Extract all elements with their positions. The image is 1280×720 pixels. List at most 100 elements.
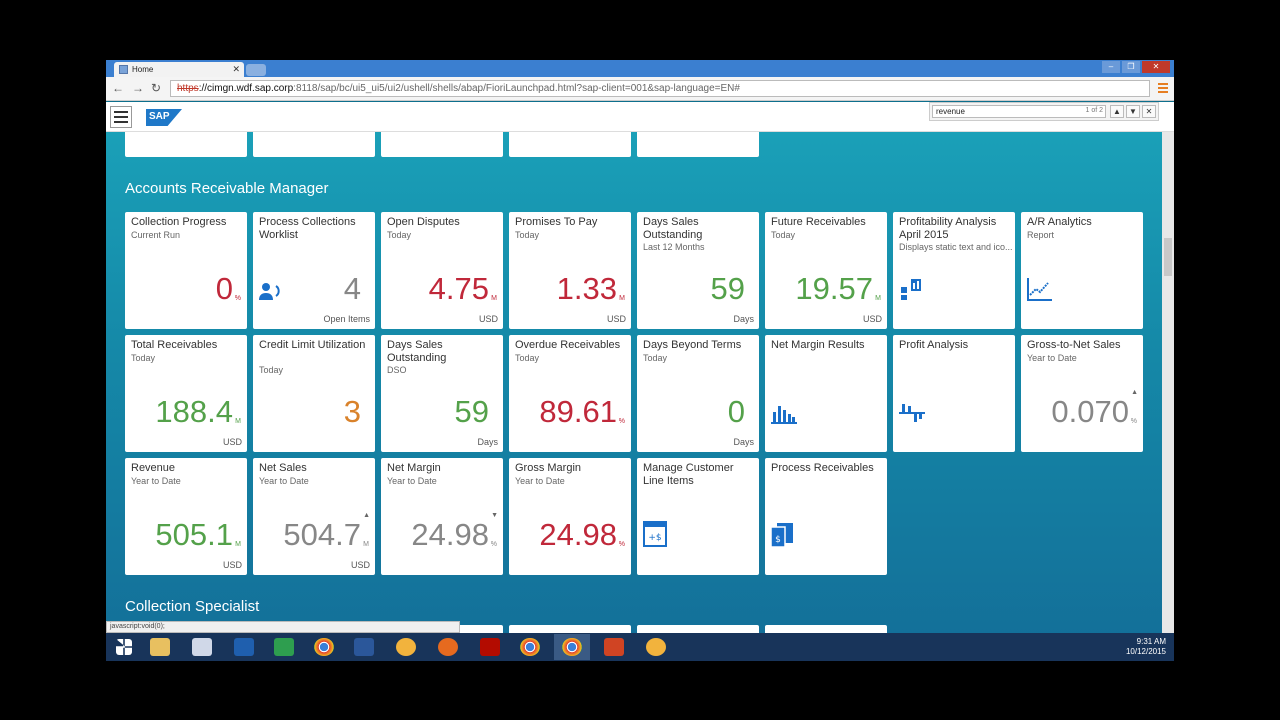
tile-unit: Days: [733, 314, 754, 324]
scrollbar-thumb[interactable]: [1164, 238, 1172, 276]
tile-unit: Days: [733, 437, 754, 447]
url-scheme: https: [177, 83, 199, 94]
reload-icon[interactable]: ↻: [151, 81, 161, 95]
tile-days-sales-outstanding[interactable]: Days Sales Outstanding DSO 59 Days: [381, 335, 503, 452]
chrome-menu-icon[interactable]: [1158, 83, 1168, 94]
tile-credit-limit-utilization[interactable]: Credit Limit Utilization Today 3: [253, 335, 375, 452]
tile-collection-progress[interactable]: Collection Progress Current Run 0%: [125, 212, 247, 329]
tile-title: Process Receivables: [771, 462, 874, 474]
page-icon: [119, 65, 128, 74]
tile-partial[interactable]: [125, 132, 247, 157]
tile-a-r-analytics[interactable]: A/R Analytics Report: [1021, 212, 1143, 329]
tile-profitability-analysis-april-2015[interactable]: Profitability Analysis April 2015 Display…: [893, 212, 1015, 329]
powerpoint-icon[interactable]: [596, 634, 632, 660]
new-tab-button[interactable]: [246, 64, 266, 76]
hangouts-icon[interactable]: [266, 634, 302, 660]
chrome-icon[interactable]: [512, 634, 548, 660]
tile-gross-to-net-sales[interactable]: Gross-to-Net Sales Year to Date 0.070% ▲: [1021, 335, 1143, 452]
system-tray: 9:31 AM 10/12/2015: [1126, 637, 1166, 657]
tile-partial[interactable]: [253, 132, 375, 157]
tile-partial[interactable]: [637, 132, 759, 157]
tile-days-sales-outstanding[interactable]: Days Sales Outstanding Last 12 Months 59 Da…: [637, 212, 759, 329]
chrome-active-icon[interactable]: [554, 634, 590, 660]
chrome-icon[interactable]: [306, 634, 342, 660]
find-prev-icon[interactable]: ▲: [1110, 105, 1124, 118]
close-window-icon[interactable]: ✕: [1142, 61, 1170, 73]
app-flower-icon[interactable]: [638, 634, 674, 660]
tile-scale: %: [490, 541, 497, 548]
tile-overdue-receivables[interactable]: Overdue Receivables Today 89.61%: [509, 335, 631, 452]
tile-title: Manage Customer Line Items: [643, 462, 734, 487]
tile-partial[interactable]: [509, 132, 631, 157]
line-chart-icon: [1027, 277, 1053, 306]
tile-title: Gross Margin: [515, 462, 582, 474]
tile-partial[interactable]: [381, 132, 503, 157]
tile-revenue[interactable]: Revenue Year to Date 505.1 M USD: [125, 458, 247, 575]
url-path: :8118/sap/bc/ui5_ui5/ui2/ushell/shells/a…: [293, 83, 740, 94]
tile-subtitle: Today: [387, 230, 412, 240]
paint-icon[interactable]: [184, 634, 220, 660]
app-flower-icon[interactable]: [388, 634, 424, 660]
tile-unit: USD: [478, 314, 498, 324]
url-field[interactable]: https://cimgn.wdf.sap.corp:8118/sap/bc/u…: [170, 80, 1150, 97]
tile-days-beyond-terms[interactable]: Days Beyond Terms Today 0 Days: [637, 335, 759, 452]
word-icon[interactable]: [346, 634, 382, 660]
svg-text:+$: +$: [648, 533, 661, 543]
forward-icon[interactable]: →: [132, 81, 144, 95]
tile-promises-to-pay[interactable]: Promises To Pay Today 1.33 M USD: [509, 212, 631, 329]
tile-scale: %: [234, 295, 241, 302]
tile-subtitle: Year to Date: [259, 476, 309, 486]
back-icon[interactable]: ←: [112, 81, 124, 95]
outlook-icon[interactable]: [226, 634, 262, 660]
tile-value: 0.070: [1051, 394, 1129, 429]
tile-open-disputes[interactable]: Open Disputes Today 4.75 M USD: [381, 212, 503, 329]
tile-title: Days Beyond Terms: [643, 339, 742, 351]
menu-icon[interactable]: [110, 106, 132, 128]
tile-process-receivables[interactable]: Process Receivables $: [765, 458, 887, 575]
tile-total-receivables[interactable]: Total Receivables Today 188.4 M USD: [125, 335, 247, 452]
tile-net-sales[interactable]: Net Sales Year to Date 504.7 M ▲ USD: [253, 458, 375, 575]
tile-title: Revenue: [131, 462, 176, 474]
tab-home[interactable]: Home ✕: [114, 62, 244, 77]
find-input[interactable]: revenue 1 of 2: [932, 105, 1106, 118]
analysis-icon: [899, 277, 923, 306]
tile-title: Overdue Receivables: [515, 339, 621, 351]
tile-future-receivables[interactable]: Future Receivables Today 19.57 M USD: [765, 212, 887, 329]
tile-subtitle: Displays static text and ico...: [899, 242, 1013, 252]
scrollbar[interactable]: [1162, 132, 1174, 661]
tile-net-margin-results[interactable]: Net Margin Results: [765, 335, 887, 452]
tile-title: Net Margin: [387, 462, 441, 474]
tile-process-collections-worklist[interactable]: Process Collections Worklist 4 Open Items: [253, 212, 375, 329]
tile-unit: USD: [862, 314, 882, 324]
window-controls: – ❐ ✕: [1102, 61, 1170, 73]
find-close-icon[interactable]: ✕: [1142, 105, 1156, 118]
tile-subtitle: Today: [771, 230, 796, 240]
tab-close-icon[interactable]: ✕: [232, 64, 240, 75]
maximize-icon[interactable]: ❐: [1122, 61, 1140, 73]
svg-text:$: $: [775, 535, 781, 545]
tile-value: 504.7: [283, 517, 361, 552]
firefox-icon[interactable]: [430, 634, 466, 660]
start-button[interactable]: [106, 634, 142, 660]
tile-subtitle: Year to Date: [131, 476, 181, 486]
line-items-icon: +$: [643, 521, 667, 552]
tile-title: Profit Analysis: [899, 339, 969, 351]
minimize-icon[interactable]: –: [1102, 61, 1120, 73]
file-explorer-icon[interactable]: [142, 634, 178, 660]
group-title: Collection Specialist: [125, 598, 260, 615]
find-next-icon[interactable]: ▼: [1126, 105, 1140, 118]
tile-title: Net Sales: [259, 462, 307, 474]
acrobat-icon[interactable]: [472, 634, 508, 660]
tile-value: 0: [215, 271, 233, 306]
tile-value: 3: [343, 394, 361, 429]
tile-title: Collection Progress: [131, 216, 227, 228]
tile-profit-analysis[interactable]: Profit Analysis: [893, 335, 1015, 452]
tile-value: 89.61: [539, 394, 617, 429]
tile-value: 0: [727, 394, 745, 429]
tile-manage-customer-line-items[interactable]: Manage Customer Line Items +$: [637, 458, 759, 575]
tile-scale: %: [618, 541, 625, 548]
tile-gross-margin[interactable]: Gross Margin Year to Date 24.98%: [509, 458, 631, 575]
tile-subtitle: Today: [515, 230, 540, 240]
tile-net-margin[interactable]: Net Margin Year to Date 24.98% ▼: [381, 458, 503, 575]
tile-value: 59: [454, 394, 489, 429]
